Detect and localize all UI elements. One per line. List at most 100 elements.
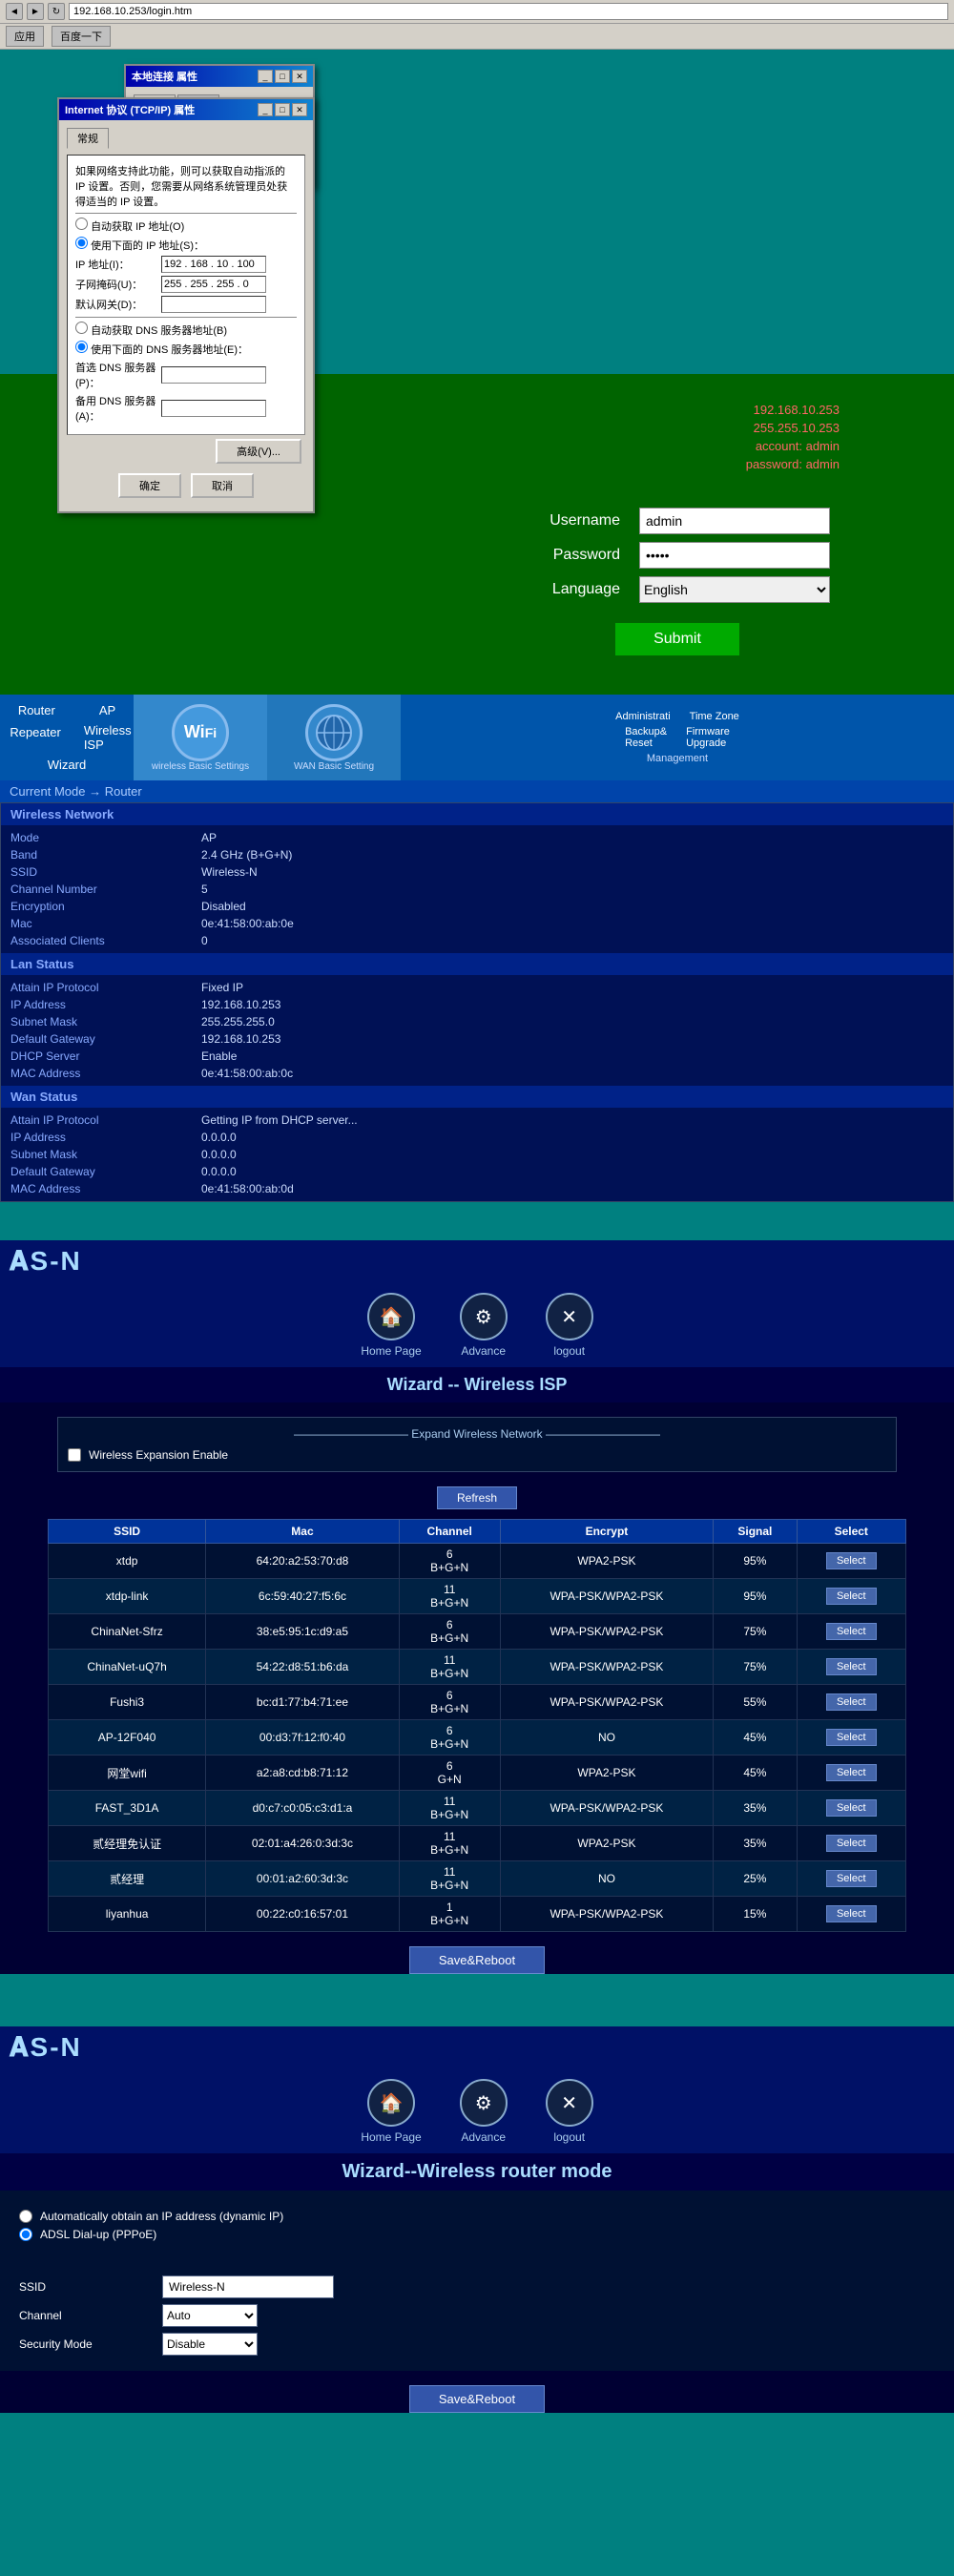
dialog2-tab-general[interactable]: 常规: [67, 128, 109, 149]
channel-cell: 11 B+G+N: [399, 1791, 500, 1826]
advanced-btn[interactable]: 高级(V)...: [216, 439, 301, 464]
password-label: Password: [525, 547, 639, 564]
logout-icon: ✕: [546, 1293, 593, 1340]
dns1-input[interactable]: [161, 366, 266, 384]
mac-cell: 00:22:c0:16:57:01: [206, 1897, 400, 1932]
save-reboot-button-2[interactable]: Save&Reboot: [409, 2385, 545, 2413]
logout-icon-item[interactable]: ✕ logout: [546, 1293, 593, 1358]
manual-dns-label[interactable]: 使用下面的 DNS 服务器地址(E)：: [75, 344, 248, 356]
taskbar: 应用 百度一下: [0, 24, 954, 50]
dialog1-close[interactable]: ✕: [292, 70, 307, 83]
select-button[interactable]: Select: [826, 1623, 877, 1640]
nav-firmware[interactable]: Firmware: [686, 726, 730, 737]
nav-admin[interactable]: Administrati: [615, 711, 670, 722]
auto-ip-label[interactable]: 自动获取 IP 地址(O): [75, 221, 184, 233]
manual-dns-radio[interactable]: [75, 341, 88, 353]
expand-wireless-box: —————————— Expand Wireless Network —————…: [57, 1417, 897, 1472]
ssid-cell: FAST_3D1A: [49, 1791, 206, 1826]
mode-text: Current Mode → Router: [10, 784, 142, 799]
nav-repeater[interactable]: Repeater: [2, 723, 68, 752]
nav-wireless[interactable]: Wireless: [84, 723, 132, 737]
nav-wizard[interactable]: Wizard: [40, 756, 93, 774]
logout-icon-item-2[interactable]: ✕ logout: [546, 2079, 593, 2144]
username-input[interactable]: [639, 508, 830, 534]
auto-dns-label[interactable]: 自动获取 DNS 服务器地址(B): [75, 325, 227, 337]
nav-reset[interactable]: Reset: [625, 737, 667, 749]
select-button[interactable]: Select: [826, 1835, 877, 1852]
address-bar[interactable]: [69, 3, 948, 20]
security-select[interactable]: Disable WPA-PSK WPA2-PSK: [162, 2333, 258, 2356]
select-button[interactable]: Select: [826, 1658, 877, 1675]
ok-btn[interactable]: 确定: [118, 473, 181, 498]
nav-router[interactable]: Router: [10, 701, 63, 719]
select-button[interactable]: Select: [826, 1764, 877, 1781]
refresh-button[interactable]: Refresh: [437, 1486, 517, 1509]
icon-bar-1: 🏠 Home Page ⚙ Advance ✕ logout: [0, 1283, 954, 1367]
dialog2-minimize[interactable]: _: [258, 103, 273, 116]
password-input[interactable]: [639, 542, 830, 569]
globe-svg: [315, 714, 353, 752]
status-val: Wireless-N: [201, 865, 258, 879]
select-button[interactable]: Select: [826, 1693, 877, 1711]
subnet-input[interactable]: [161, 276, 266, 293]
dialog2-maximize[interactable]: □: [275, 103, 290, 116]
refresh-btn[interactable]: ↻: [48, 3, 65, 20]
nav-upgrade[interactable]: Upgrade: [686, 737, 730, 749]
nav-timezone[interactable]: Time Zone: [690, 711, 739, 722]
back-btn[interactable]: ◄: [6, 3, 23, 20]
select-button[interactable]: Select: [826, 1552, 877, 1569]
select-button[interactable]: Select: [826, 1799, 877, 1817]
dialog2-description: 如果网络支持此功能，则可以获取自动指派的 IP 设置。否则，您需要从网络系统管理…: [67, 155, 305, 435]
ssid-input[interactable]: [162, 2275, 334, 2298]
channel-cell: 11 B+G+N: [399, 1861, 500, 1897]
select-button[interactable]: Select: [826, 1729, 877, 1746]
select-button[interactable]: Select: [826, 1588, 877, 1605]
forward-btn[interactable]: ►: [27, 3, 44, 20]
save-reboot-button-1[interactable]: Save&Reboot: [409, 1946, 545, 1974]
advance-icon-item-2[interactable]: ⚙ Advance: [460, 2079, 508, 2144]
nav-backup[interactable]: Backup&: [625, 726, 667, 737]
nav-ap[interactable]: AP: [92, 701, 123, 719]
dialog2-titlebar: Internet 协议 (TCP/IP) 属性 _ □ ✕: [59, 99, 313, 120]
nav-isp[interactable]: ISP: [84, 737, 132, 752]
wireless-expansion-checkbox[interactable]: [68, 1448, 81, 1462]
taskbar-item-baidu[interactable]: 百度一下: [52, 26, 111, 47]
home-page-icon-item-2[interactable]: 🏠 Home Page: [361, 2079, 421, 2144]
select-button[interactable]: Select: [826, 1905, 877, 1922]
ssid-cell: 网堂wifi: [49, 1755, 206, 1791]
signal-cell: 45%: [714, 1755, 797, 1791]
nav-wifi-section[interactable]: Wi Fi wireless Basic Settings: [134, 695, 267, 780]
mac-cell: d0:c7:c0:05:c3:d1:a: [206, 1791, 400, 1826]
auto-dns-radio[interactable]: [75, 322, 88, 334]
gateway-input[interactable]: [161, 296, 266, 313]
taskbar-item-app[interactable]: 应用: [6, 26, 44, 47]
dialog2-close[interactable]: ✕: [292, 103, 307, 116]
status-key: Attain IP Protocol: [10, 1113, 201, 1127]
dialog1-maximize[interactable]: □: [275, 70, 290, 83]
dialog1-minimize[interactable]: _: [258, 70, 273, 83]
language-select[interactable]: English: [639, 576, 830, 603]
status-key: Subnet Mask: [10, 1148, 201, 1161]
status-val: 0: [201, 934, 208, 947]
spacer1: [0, 1202, 954, 1221]
home-page-icon-item[interactable]: 🏠 Home Page: [361, 1293, 421, 1358]
ssid-cell: ChinaNet-Sfrz: [49, 1614, 206, 1650]
dns2-input[interactable]: [161, 400, 266, 417]
select-button[interactable]: Select: [826, 1870, 877, 1887]
cancel-btn[interactable]: 取消: [191, 473, 254, 498]
ip-input[interactable]: [161, 256, 266, 273]
auto-ip-radio-s3[interactable]: [19, 2210, 32, 2223]
nav-wan-section[interactable]: WAN Basic Setting: [267, 695, 401, 780]
manual-ip-label[interactable]: 使用下面的 IP 地址(S)：: [75, 240, 204, 252]
select-cell: Select: [797, 1614, 906, 1650]
submit-button[interactable]: Submit: [614, 622, 740, 656]
advance-icon-item[interactable]: ⚙ Advance: [460, 1293, 508, 1358]
manual-ip-radio[interactable]: [75, 237, 88, 249]
mac-cell: 54:22:d8:51:b6:da: [206, 1650, 400, 1685]
adsl-radio-s3[interactable]: [19, 2228, 32, 2241]
table-row: IP Address0.0.0.0: [10, 1129, 944, 1146]
table-header: SSIDMacChannelEncryptSignalSelect: [49, 1520, 906, 1544]
channel-select[interactable]: Auto 1 6 11: [162, 2304, 258, 2327]
list-item: Fushi3 bc:d1:77:b4:71:ee 6 B+G+N WPA-PSK…: [49, 1685, 906, 1720]
auto-ip-radio[interactable]: [75, 218, 88, 230]
